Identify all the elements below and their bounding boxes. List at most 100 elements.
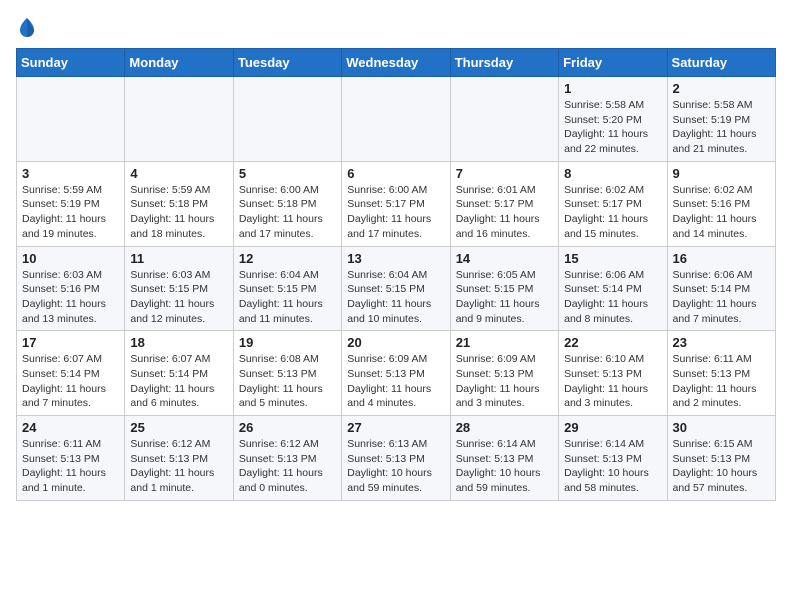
calendar-cell: 18 Sunrise: 6:07 AMSunset: 5:14 PMDayligh… xyxy=(125,331,233,416)
cell-content: Sunrise: 5:58 AMSunset: 5:20 PMDaylight:… xyxy=(564,98,661,157)
sunset-text: Sunset: 5:15 PM xyxy=(130,282,227,297)
sunrise-text: Sunrise: 6:15 AM xyxy=(673,437,770,452)
day-number: 24 xyxy=(22,420,119,435)
daylight-text: Daylight: 11 hours and 3 minutes. xyxy=(456,382,553,411)
calendar-cell: 5Sunrise: 6:00 AMSunset: 5:18 PMDaylight… xyxy=(233,161,341,246)
daylight-text: Daylight: 11 hours and 12 minutes. xyxy=(130,297,227,326)
calendar-cell: 17 Sunrise: 6:07 AMSunset: 5:14 PMDayligh… xyxy=(17,331,125,416)
sunrise-text: Sunrise: 5:58 AM xyxy=(673,98,770,113)
day-number: 1 xyxy=(564,81,661,96)
calendar-cell: 16Sunrise: 6:06 AMSunset: 5:14 PMDayligh… xyxy=(667,246,775,331)
calendar-cell: 4Sunrise: 5:59 AMSunset: 5:18 PMDaylight… xyxy=(125,161,233,246)
cell-content: Sunrise: 6:00 AMSunset: 5:17 PMDaylight:… xyxy=(347,183,444,242)
sunset-text: Sunset: 5:17 PM xyxy=(347,197,444,212)
day-number: 12 xyxy=(239,251,336,266)
cell-content: Sunrise: 6:09 AMSunset: 5:13 PMDaylight:… xyxy=(456,352,553,411)
calendar-cell xyxy=(233,77,341,162)
cell-content: Sunrise: 6:07 AMSunset: 5:14 PMDaylight:… xyxy=(22,352,119,411)
sunset-text: Sunset: 5:13 PM xyxy=(564,452,661,467)
cell-content: Sunrise: 6:12 AMSunset: 5:13 PMDaylight:… xyxy=(239,437,336,496)
calendar-cell: 26 Sunrise: 6:12 AMSunset: 5:13 PMDayligh… xyxy=(233,416,341,501)
sunset-text: Sunset: 5:16 PM xyxy=(673,197,770,212)
cell-content: Sunrise: 6:04 AMSunset: 5:15 PMDaylight:… xyxy=(347,268,444,327)
cell-content: Sunrise: 6:06 AMSunset: 5:14 PMDaylight:… xyxy=(673,268,770,327)
day-number: 9 xyxy=(673,166,770,181)
sunrise-text: Sunrise: 6:01 AM xyxy=(456,183,553,198)
day-number: 18 xyxy=(130,335,227,350)
sunset-text: Sunset: 5:14 PM xyxy=(673,282,770,297)
daylight-text: Daylight: 11 hours and 19 minutes. xyxy=(22,212,119,241)
sunset-text: Sunset: 5:13 PM xyxy=(564,367,661,382)
calendar-cell: 15Sunrise: 6:06 AMSunset: 5:14 PMDayligh… xyxy=(559,246,667,331)
cell-content: Sunrise: 6:08 AMSunset: 5:13 PMDaylight:… xyxy=(239,352,336,411)
cell-content: Sunrise: 5:59 AMSunset: 5:18 PMDaylight:… xyxy=(130,183,227,242)
sunrise-text: Sunrise: 6:00 AM xyxy=(239,183,336,198)
daylight-text: Daylight: 11 hours and 4 minutes. xyxy=(347,382,444,411)
sunrise-text: Sunrise: 6:12 AM xyxy=(130,437,227,452)
day-number: 13 xyxy=(347,251,444,266)
weekday-header: Monday xyxy=(125,49,233,77)
daylight-text: Daylight: 11 hours and 3 minutes. xyxy=(564,382,661,411)
sunrise-text: Sunrise: 6:07 AM xyxy=(22,352,119,367)
calendar-cell: 24 Sunrise: 6:11 AMSunset: 5:13 PMDayligh… xyxy=(17,416,125,501)
day-number: 30 xyxy=(673,420,770,435)
day-number: 26 xyxy=(239,420,336,435)
sunset-text: Sunset: 5:13 PM xyxy=(673,367,770,382)
sunset-text: Sunset: 5:17 PM xyxy=(456,197,553,212)
daylight-text: Daylight: 11 hours and 0 minutes. xyxy=(239,466,336,495)
day-number: 19 xyxy=(239,335,336,350)
cell-content: Sunrise: 6:01 AMSunset: 5:17 PMDaylight:… xyxy=(456,183,553,242)
daylight-text: Daylight: 11 hours and 1 minute. xyxy=(22,466,119,495)
sunrise-text: Sunrise: 6:13 AM xyxy=(347,437,444,452)
sunrise-text: Sunrise: 6:11 AM xyxy=(22,437,119,452)
cell-content: Sunrise: 6:10 AMSunset: 5:13 PMDaylight:… xyxy=(564,352,661,411)
cell-content: Sunrise: 6:11 AMSunset: 5:13 PMDaylight:… xyxy=(22,437,119,496)
cell-content: Sunrise: 6:03 AMSunset: 5:16 PMDaylight:… xyxy=(22,268,119,327)
sunrise-text: Sunrise: 6:06 AM xyxy=(564,268,661,283)
daylight-text: Daylight: 11 hours and 17 minutes. xyxy=(347,212,444,241)
cell-content: Sunrise: 6:07 AMSunset: 5:14 PMDaylight:… xyxy=(130,352,227,411)
sunset-text: Sunset: 5:19 PM xyxy=(673,113,770,128)
sunrise-text: Sunrise: 6:02 AM xyxy=(564,183,661,198)
logo xyxy=(16,16,36,38)
calendar-cell: 14Sunrise: 6:05 AMSunset: 5:15 PMDayligh… xyxy=(450,246,558,331)
weekday-header: Thursday xyxy=(450,49,558,77)
sunrise-text: Sunrise: 6:11 AM xyxy=(673,352,770,367)
daylight-text: Daylight: 11 hours and 1 minute. xyxy=(130,466,227,495)
sunset-text: Sunset: 5:13 PM xyxy=(22,452,119,467)
daylight-text: Daylight: 11 hours and 10 minutes. xyxy=(347,297,444,326)
calendar-cell: 11Sunrise: 6:03 AMSunset: 5:15 PMDayligh… xyxy=(125,246,233,331)
sunrise-text: Sunrise: 6:08 AM xyxy=(239,352,336,367)
day-number: 17 xyxy=(22,335,119,350)
sunrise-text: Sunrise: 6:03 AM xyxy=(22,268,119,283)
weekday-header: Saturday xyxy=(667,49,775,77)
calendar-header: SundayMondayTuesdayWednesdayThursdayFrid… xyxy=(17,49,776,77)
calendar-cell: 9Sunrise: 6:02 AMSunset: 5:16 PMDaylight… xyxy=(667,161,775,246)
cell-content: Sunrise: 5:59 AMSunset: 5:19 PMDaylight:… xyxy=(22,183,119,242)
daylight-text: Daylight: 11 hours and 9 minutes. xyxy=(456,297,553,326)
weekday-header: Friday xyxy=(559,49,667,77)
calendar-cell: 8Sunrise: 6:02 AMSunset: 5:17 PMDaylight… xyxy=(559,161,667,246)
day-number: 10 xyxy=(22,251,119,266)
daylight-text: Daylight: 10 hours and 59 minutes. xyxy=(347,466,444,495)
sunset-text: Sunset: 5:16 PM xyxy=(22,282,119,297)
cell-content: Sunrise: 6:15 AMSunset: 5:13 PMDaylight:… xyxy=(673,437,770,496)
calendar-cell: 13 Sunrise: 6:04 AMSunset: 5:15 PMDayligh… xyxy=(342,246,450,331)
logo-icon xyxy=(18,16,36,38)
daylight-text: Daylight: 10 hours and 57 minutes. xyxy=(673,466,770,495)
cell-content: Sunrise: 6:03 AMSunset: 5:15 PMDaylight:… xyxy=(130,268,227,327)
day-number: 22 xyxy=(564,335,661,350)
calendar-cell: 23Sunrise: 6:11 AMSunset: 5:13 PMDayligh… xyxy=(667,331,775,416)
sunrise-text: Sunrise: 6:00 AM xyxy=(347,183,444,198)
day-number: 28 xyxy=(456,420,553,435)
cell-content: Sunrise: 6:13 AMSunset: 5:13 PMDaylight:… xyxy=(347,437,444,496)
sunrise-text: Sunrise: 6:05 AM xyxy=(456,268,553,283)
sunrise-text: Sunrise: 6:12 AM xyxy=(239,437,336,452)
calendar-cell: 20Sunrise: 6:09 AMSunset: 5:13 PMDayligh… xyxy=(342,331,450,416)
daylight-text: Daylight: 10 hours and 58 minutes. xyxy=(564,466,661,495)
daylight-text: Daylight: 11 hours and 7 minutes. xyxy=(22,382,119,411)
sunset-text: Sunset: 5:15 PM xyxy=(239,282,336,297)
sunrise-text: Sunrise: 6:09 AM xyxy=(347,352,444,367)
sunset-text: Sunset: 5:17 PM xyxy=(564,197,661,212)
cell-content: Sunrise: 6:11 AMSunset: 5:13 PMDaylight:… xyxy=(673,352,770,411)
